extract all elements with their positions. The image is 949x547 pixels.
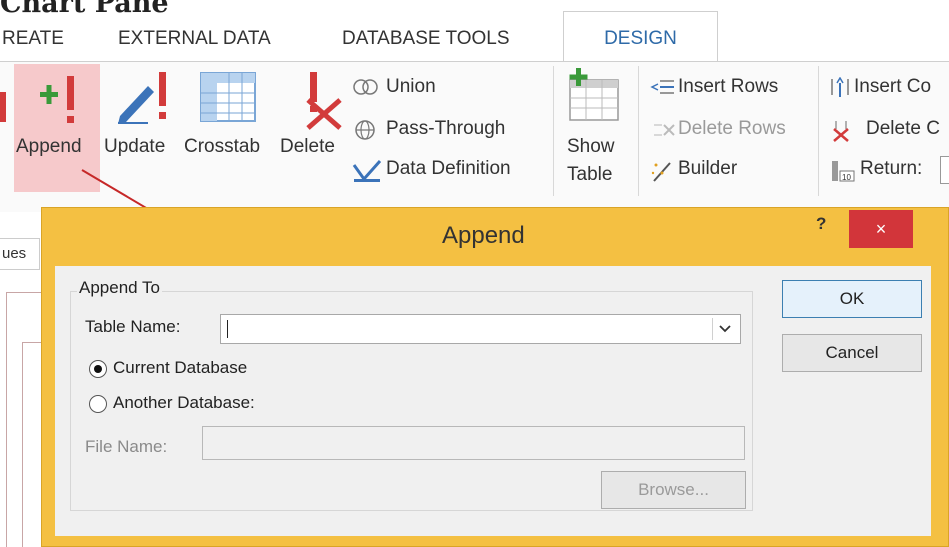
current-database-radio-dot bbox=[89, 360, 107, 378]
current-database-label: Current Database bbox=[113, 358, 248, 377]
dialog-body: Append To Table Name: Current Database A… bbox=[55, 266, 931, 536]
browse-button[interactable]: Browse... bbox=[601, 471, 746, 509]
table-name-label: Table Name: bbox=[85, 317, 181, 336]
table-name-dropdown-button[interactable] bbox=[712, 318, 737, 340]
another-database-label: Another Database: bbox=[113, 393, 255, 412]
text-cursor bbox=[227, 320, 228, 338]
help-icon[interactable]: ? bbox=[816, 214, 826, 234]
another-database-radio-dot bbox=[89, 395, 107, 413]
append-to-label: Append To bbox=[77, 278, 162, 298]
current-database-radio[interactable]: Current Database bbox=[89, 357, 309, 381]
cancel-button[interactable]: Cancel bbox=[782, 334, 922, 372]
file-name-label: File Name: bbox=[85, 437, 168, 456]
file-name-input[interactable] bbox=[202, 426, 745, 460]
append-dialog: Append ? × Append To Table Name: Current… bbox=[41, 207, 949, 547]
dialog-title-bar[interactable]: Append ? × bbox=[42, 208, 942, 266]
close-button[interactable]: × bbox=[849, 210, 913, 248]
ok-button[interactable]: OK bbox=[782, 280, 922, 318]
dialog-title: Append bbox=[442, 222, 525, 249]
chevron-down-icon bbox=[719, 325, 731, 333]
table-name-combobox[interactable] bbox=[220, 314, 741, 344]
another-database-radio[interactable]: Another Database: bbox=[89, 392, 329, 416]
